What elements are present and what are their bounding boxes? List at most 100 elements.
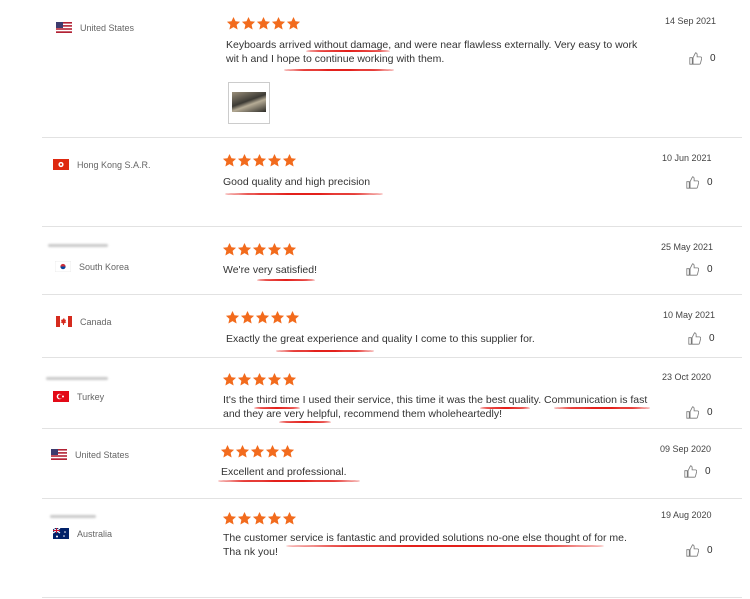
thumbs-up-icon (686, 263, 699, 276)
hk-flag-icon (53, 159, 69, 170)
reviewer-country: Australia (53, 528, 112, 539)
country-label: South Korea (79, 261, 130, 272)
star-icon (280, 444, 295, 458)
redacted-username (50, 515, 96, 518)
us-flag-icon (56, 22, 72, 33)
reviewer-country: Hong Kong S.A.R. (53, 159, 151, 170)
like-button[interactable]: 0 (686, 263, 713, 276)
star-icon (225, 310, 240, 324)
star-icon (252, 242, 267, 256)
annotation-underline (218, 480, 360, 482)
star-icon (285, 310, 300, 324)
star-rating (225, 310, 300, 325)
review-item: Turkey 23 Oct 2020 It's the third time I… (42, 357, 742, 429)
review-date: 25 May 2021 (661, 242, 714, 252)
like-count: 0 (707, 264, 713, 275)
country-label: United States (80, 22, 135, 33)
star-icon (252, 372, 267, 386)
review-date: 10 May 2021 (663, 310, 716, 320)
star-icon (267, 511, 282, 525)
annotation-underline (284, 69, 394, 71)
review-text: Keyboards arrived without damage, and we… (226, 39, 638, 65)
review-text: Excellent and professional. (221, 466, 347, 478)
thumbs-up-icon (686, 176, 699, 189)
like-button[interactable]: 0 (688, 332, 715, 345)
star-rating (222, 153, 297, 168)
star-icon (237, 372, 252, 386)
star-icon (222, 372, 237, 386)
star-rating (226, 16, 301, 31)
like-count: 0 (709, 333, 715, 344)
thumbs-up-icon (686, 544, 699, 557)
review-date: 09 Sep 2020 (660, 444, 712, 454)
review-photo[interactable] (228, 82, 270, 124)
redacted-username (46, 377, 108, 380)
annotation-underline (279, 421, 331, 423)
star-rating (222, 372, 297, 387)
star-icon (235, 444, 250, 458)
annotation-underline (276, 350, 374, 352)
like-count: 0 (705, 466, 711, 477)
like-button[interactable]: 0 (686, 176, 713, 189)
redacted-username (48, 244, 108, 247)
star-rating (220, 444, 295, 459)
review-text: Exactly the great experience and quality… (226, 333, 535, 345)
review-item: South Korea 25 May 2021 We're very satis… (42, 226, 742, 295)
thumbs-up-icon (688, 332, 701, 345)
star-icon (252, 153, 267, 167)
annotation-underline (306, 50, 390, 52)
like-count: 0 (707, 545, 713, 556)
review-date: 10 Jun 2021 (662, 153, 712, 163)
review-text: Good quality and high precision (223, 176, 371, 188)
star-icon (240, 310, 255, 324)
annotation-underline (480, 407, 530, 409)
annotation-underline (554, 407, 650, 409)
reviewer-country: United States (51, 449, 129, 460)
star-icon (226, 16, 241, 30)
annotation-underline (257, 279, 315, 281)
like-count: 0 (710, 53, 716, 64)
like-button[interactable]: 0 (684, 465, 711, 478)
star-icon (282, 511, 297, 525)
country-label: United States (75, 449, 130, 460)
star-icon (255, 310, 270, 324)
country-label: Canada (80, 316, 112, 327)
country-label: Australia (77, 528, 113, 539)
reviewer-country: United States (56, 22, 134, 33)
thumbs-up-icon (689, 52, 702, 65)
review-item: Australia 19 Aug 2020 The customer servi… (42, 498, 742, 598)
reviewer-country: Canada (56, 316, 112, 327)
star-icon (250, 444, 265, 458)
like-button[interactable]: 0 (686, 544, 713, 557)
review-item: United States 14 Sep 2021 Keyboards arri… (42, 0, 742, 138)
star-icon (220, 444, 235, 458)
star-icon (256, 16, 271, 30)
like-count: 0 (707, 177, 713, 188)
thumbs-up-icon (684, 465, 697, 478)
review-item: Hong Kong S.A.R. 10 Jun 2021 Good qualit… (42, 137, 742, 227)
star-icon (282, 242, 297, 256)
star-icon (237, 242, 252, 256)
star-icon (282, 153, 297, 167)
country-label: Hong Kong S.A.R. (77, 159, 151, 170)
star-icon (222, 511, 237, 525)
like-button[interactable]: 0 (686, 406, 713, 419)
star-icon (265, 444, 280, 458)
star-icon (282, 372, 297, 386)
star-icon (237, 511, 252, 525)
kr-flag-icon (55, 261, 71, 272)
thumbs-up-icon (686, 406, 699, 419)
star-icon (267, 372, 282, 386)
star-icon (271, 16, 286, 30)
like-count: 0 (707, 407, 713, 418)
star-icon (286, 16, 301, 30)
like-button[interactable]: 0 (689, 52, 716, 65)
annotation-underline (286, 545, 604, 547)
star-rating (222, 242, 297, 257)
review-text: We're very satisfied! (223, 264, 318, 276)
review-date: 14 Sep 2021 (665, 16, 717, 26)
ca-flag-icon (56, 316, 72, 327)
star-icon (222, 153, 237, 167)
star-icon (267, 242, 282, 256)
review-date: 19 Aug 2020 (661, 510, 712, 520)
